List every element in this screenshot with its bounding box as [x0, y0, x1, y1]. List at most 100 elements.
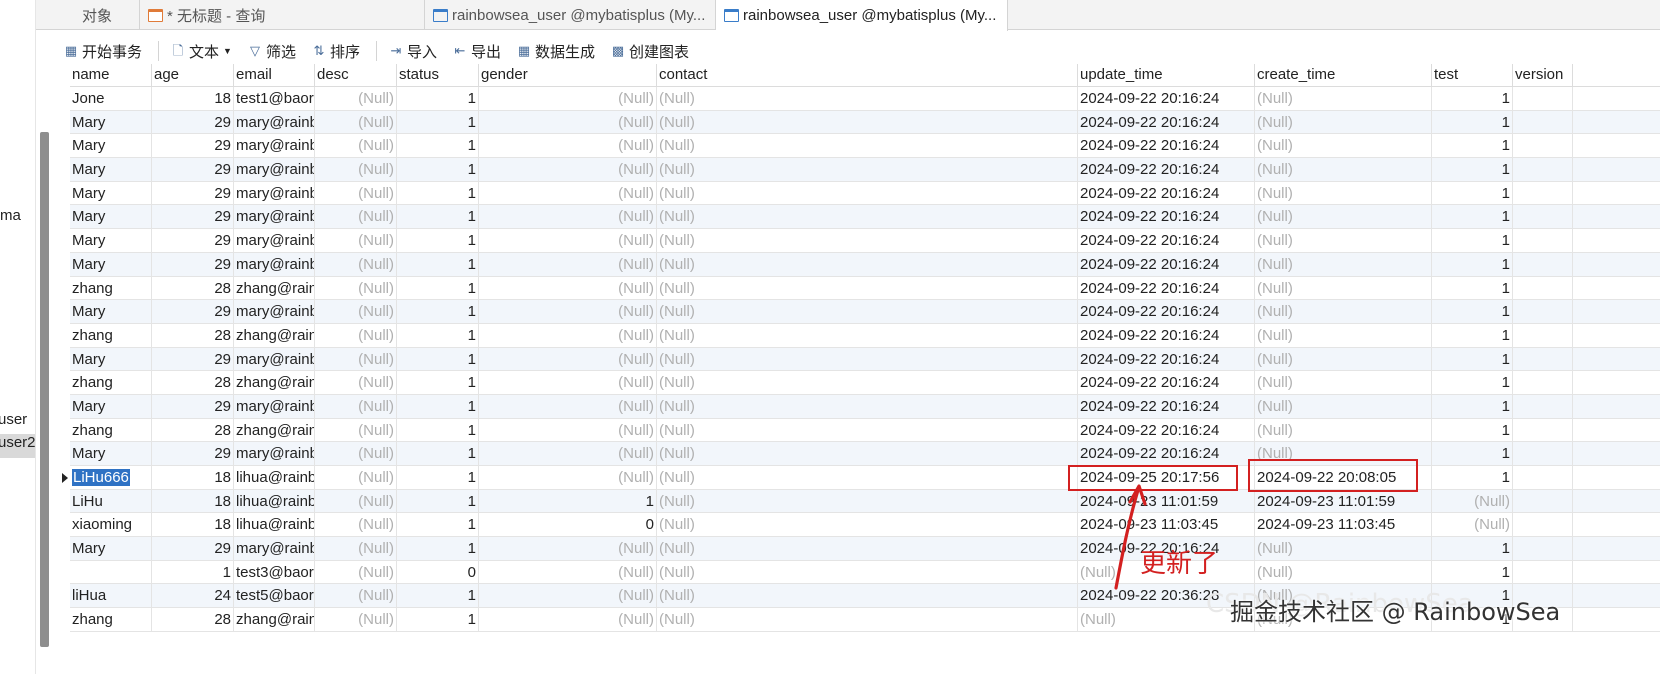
table-cell[interactable]: 29 [152, 181, 234, 205]
table-cell[interactable]: (Null) [657, 276, 1078, 300]
column-header-6[interactable]: contact [657, 64, 1078, 86]
table-cell[interactable]: 1 [397, 110, 479, 134]
table-cell[interactable]: (Null) [657, 418, 1078, 442]
table-cell[interactable]: Mary [70, 347, 152, 371]
table-cell[interactable]: (Null) [1255, 181, 1432, 205]
table-cell[interactable]: 1 [397, 418, 479, 442]
table-cell[interactable]: (Null) [479, 347, 657, 371]
table-cell[interactable]: (Null) [479, 252, 657, 276]
table-cell[interactable]: 24 [152, 584, 234, 608]
table-cell[interactable]: mary@rainb [234, 300, 315, 323]
table-cell[interactable]: (Null) [1255, 371, 1432, 394]
table-row[interactable]: Mary 29 mary@rainb (Null) 1 (Null) (Null) 2024-… [70, 252, 1660, 277]
table-cell[interactable] [1513, 347, 1573, 371]
table-cell[interactable]: zhang [70, 276, 152, 300]
table-cell[interactable]: (Null) [315, 110, 397, 134]
table-cell[interactable]: (Null) [1432, 489, 1513, 513]
table-cell[interactable]: (Null) [315, 276, 397, 300]
table-cell[interactable]: (Null) [479, 110, 657, 134]
table-cell[interactable]: (Null) [479, 608, 657, 631]
table-cell[interactable] [1513, 276, 1573, 300]
table-cell[interactable]: (Null) [479, 181, 657, 205]
table-cell[interactable]: mary@rainb [234, 347, 315, 371]
column-header-7[interactable]: update_time [1078, 64, 1255, 86]
table-cell[interactable]: (Null) [479, 134, 657, 158]
table-cell[interactable] [1513, 466, 1573, 489]
column-header-4[interactable]: status [397, 64, 479, 86]
table-cell[interactable]: LiHu [70, 489, 152, 513]
table-cell[interactable]: (Null) [479, 418, 657, 442]
table-cell[interactable]: zhang@rain [234, 371, 315, 394]
table-cell[interactable]: (Null) [315, 300, 397, 323]
table-cell[interactable]: (Null) [315, 394, 397, 418]
table-cell[interactable]: 1 [1432, 276, 1513, 300]
table-cell[interactable]: (Null) [315, 347, 397, 371]
table-cell[interactable]: (Null) [1255, 300, 1432, 323]
table-cell[interactable]: 1 [1432, 87, 1513, 110]
table-cell[interactable] [1513, 323, 1573, 347]
table-cell[interactable]: 2024-09-22 20:16:24 [1078, 181, 1255, 205]
table-cell[interactable]: (Null) [315, 584, 397, 608]
table-cell[interactable] [1513, 134, 1573, 158]
table-cell[interactable]: (Null) [657, 87, 1078, 110]
table-cell[interactable]: (Null) [657, 229, 1078, 252]
table-cell[interactable]: (Null) [1255, 110, 1432, 134]
table-cell[interactable]: Mary [70, 134, 152, 158]
table-cell[interactable]: 1 [1432, 134, 1513, 158]
table-cell[interactable]: mary@rainb [234, 134, 315, 158]
table-cell[interactable]: (Null) [315, 252, 397, 276]
table-cell[interactable]: (Null) [657, 252, 1078, 276]
table-cell[interactable]: 1 [397, 229, 479, 252]
table-row[interactable]: Mary 29 mary@rainb (Null) 1 (Null) (Null) 2024-… [70, 158, 1660, 182]
table-cell[interactable]: 1 [1432, 394, 1513, 418]
table-cell[interactable]: 18 [152, 489, 234, 513]
table-cell[interactable]: Mary [70, 229, 152, 252]
table-cell[interactable]: (Null) [657, 181, 1078, 205]
data-generation-button[interactable]: ▦ 数据生成 [517, 41, 595, 62]
table-cell[interactable]: test1@baor [234, 87, 315, 110]
table-cell[interactable]: 1 [1432, 466, 1513, 489]
table-cell[interactable]: 29 [152, 347, 234, 371]
table-cell[interactable]: 1 [1432, 229, 1513, 252]
table-cell[interactable]: mary@rainb [234, 158, 315, 181]
table-row[interactable]: Mary 29 mary@rainb (Null) 1 (Null) (Null) 2024-… [70, 229, 1660, 253]
table-cell[interactable]: (Null) [1255, 205, 1432, 229]
table-row[interactable]: 1 test3@baor (Null) 0 (Null) (Null) (Null) (Nul… [70, 560, 1660, 585]
table-cell[interactable]: Mary [70, 110, 152, 134]
create-chart-button[interactable]: ▩ 创建图表 [611, 41, 689, 62]
table-row[interactable]: Mary 29 mary@rainb (Null) 1 (Null) (Null) 2024-… [70, 134, 1660, 159]
table-cell[interactable]: 18 [152, 513, 234, 537]
table-cell[interactable]: 1 [397, 489, 479, 513]
table-cell[interactable]: 1 [397, 371, 479, 394]
table-cell[interactable] [1513, 442, 1573, 465]
table-cell[interactable]: 1 [1432, 418, 1513, 442]
table-cell[interactable]: (Null) [657, 205, 1078, 229]
table-cell[interactable]: 1 [397, 466, 479, 489]
nav-item-user2[interactable]: user2 [0, 434, 35, 451]
table-cell[interactable]: (Null) [1255, 560, 1432, 584]
table-cell[interactable] [1513, 229, 1573, 252]
table-row[interactable]: zhang 28 zhang@rain (Null) 1 (Null) (Null) 2024… [70, 323, 1660, 348]
table-cell[interactable]: 28 [152, 276, 234, 300]
table-cell[interactable]: (Null) [315, 371, 397, 394]
column-header-9[interactable]: test [1432, 64, 1513, 86]
table-cell[interactable]: 2024-09-22 20:16:24 [1078, 347, 1255, 371]
table-cell[interactable]: (Null) [315, 560, 397, 584]
table-cell[interactable]: (Null) [657, 513, 1078, 537]
table-row[interactable]: Mary 29 mary@rainb (Null) 1 (Null) (Null) 2024-… [70, 537, 1660, 561]
table-cell[interactable]: zhang@rain [234, 418, 315, 442]
filter-button[interactable]: ▽ 筛选 [248, 41, 296, 62]
nav-item-user[interactable]: user [0, 411, 27, 428]
table-cell[interactable]: zhang@rain [234, 608, 315, 631]
table-row[interactable]: LiHu 18 lihua@rainb (Null) 1 1 (Null) 2024-09-2… [70, 489, 1660, 514]
table-cell[interactable]: mary@rainb [234, 205, 315, 229]
table-cell[interactable] [1513, 300, 1573, 323]
table-cell[interactable]: 1 [397, 276, 479, 300]
table-cell[interactable]: 2024-09-22 20:16:24 [1078, 442, 1255, 465]
table-cell[interactable]: (Null) [315, 205, 397, 229]
table-cell[interactable]: 2024-09-22 20:16:24 [1078, 252, 1255, 276]
table-cell[interactable]: zhang@rain [234, 276, 315, 300]
table-cell[interactable]: 1 [1432, 181, 1513, 205]
sort-button[interactable]: ⇅ 排序 [312, 41, 360, 62]
table-cell[interactable]: mary@rainb [234, 537, 315, 560]
